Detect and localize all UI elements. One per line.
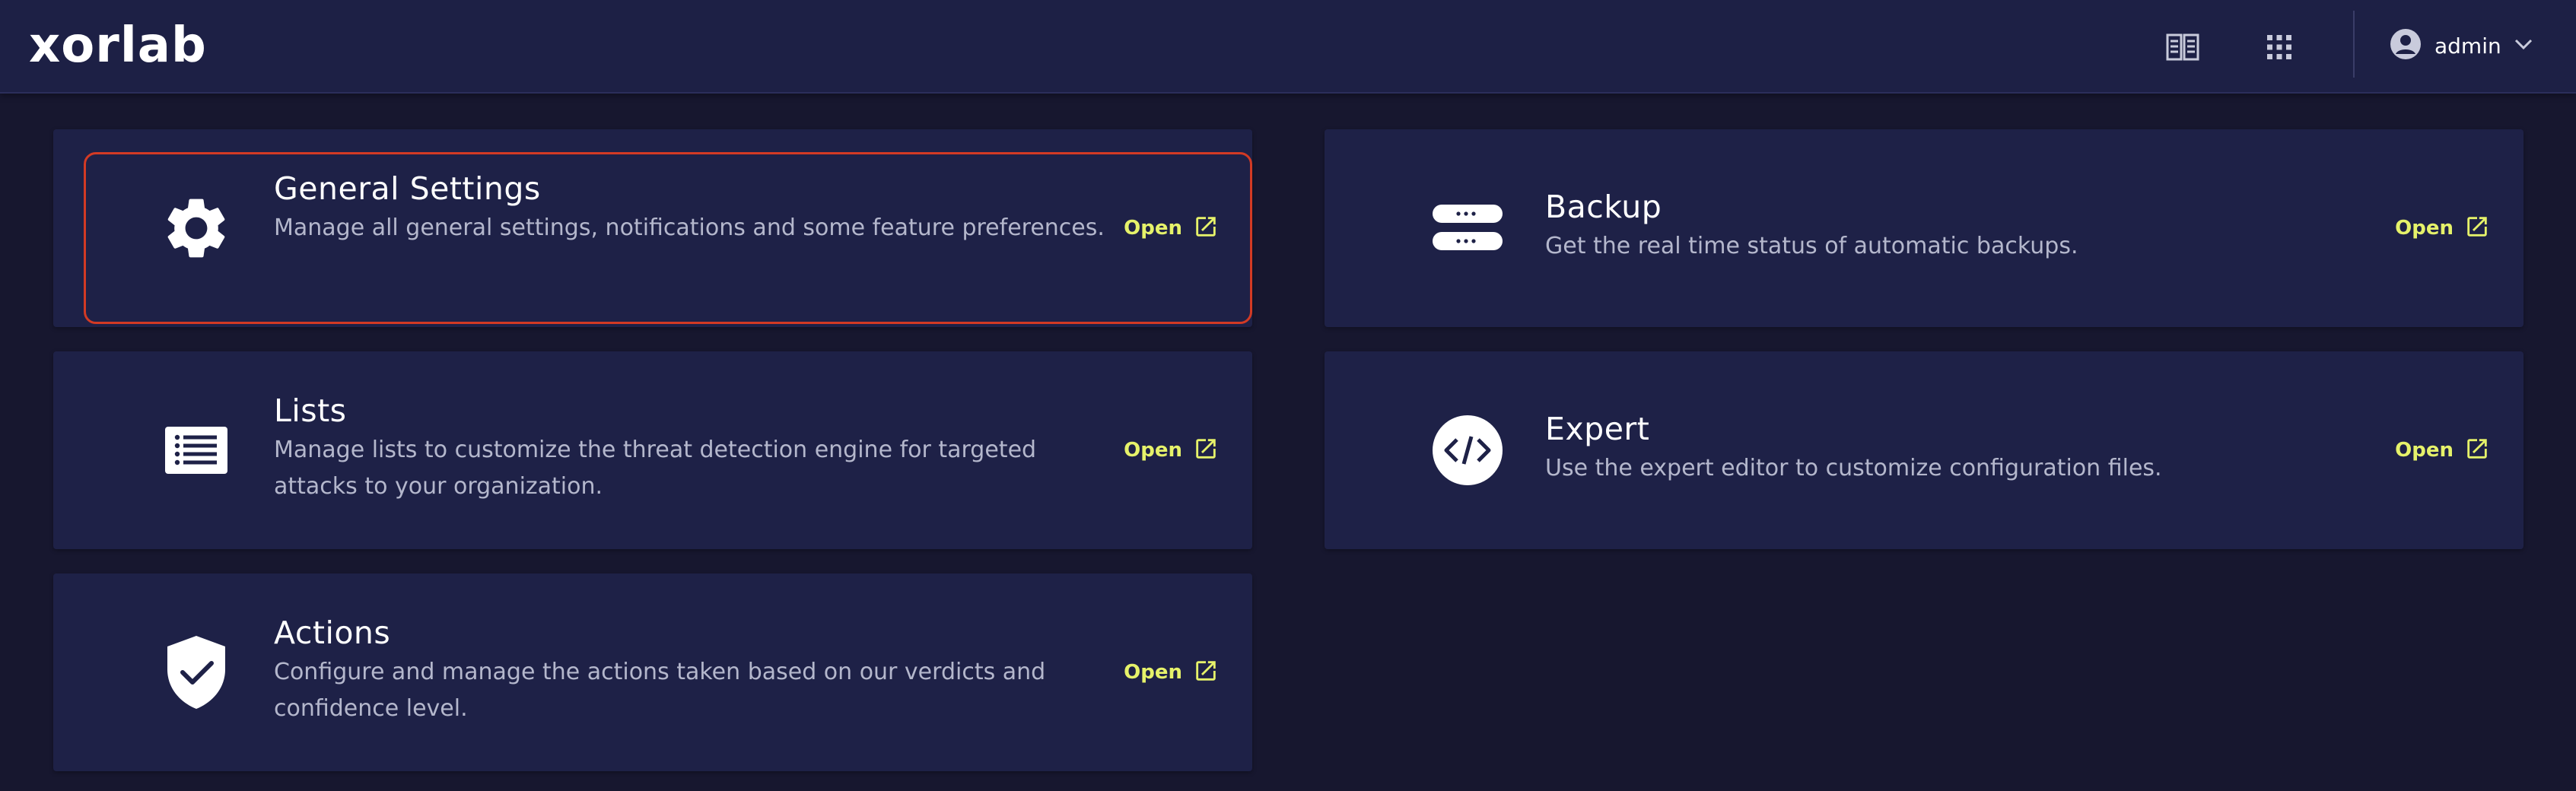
card-actions[interactable]: Actions Configure and manage the actions… xyxy=(53,573,1252,771)
book-icon[interactable] xyxy=(2161,26,2204,68)
gear-icon xyxy=(158,190,234,266)
card-expert[interactable]: Expert Use the expert editor to customiz… xyxy=(1325,351,2524,549)
open-in-new-icon xyxy=(2464,214,2490,243)
server-icon xyxy=(1430,190,1506,266)
card-general-settings[interactable]: General Settings Manage all general sett… xyxy=(53,129,1252,327)
shield-check-icon xyxy=(158,634,234,710)
open-label: Open xyxy=(2395,217,2454,240)
open-general-settings-link[interactable]: Open xyxy=(1124,211,1219,245)
card-title: General Settings xyxy=(274,170,541,207)
list-icon xyxy=(158,412,234,488)
card-content: Backup Get the real time status of autom… xyxy=(1545,187,2382,265)
open-label: Open xyxy=(1124,439,1182,462)
card-content: General Settings Manage all general sett… xyxy=(274,169,1111,246)
chevron-down-icon xyxy=(2514,37,2533,54)
card-description: Get the real time status of automatic ba… xyxy=(1545,233,2078,259)
open-label: Open xyxy=(1124,661,1182,684)
card-content: Expert Use the expert editor to customiz… xyxy=(1545,409,2382,487)
open-label: Open xyxy=(1124,217,1182,240)
open-in-new-icon xyxy=(1193,214,1219,243)
account-circle-icon xyxy=(2389,27,2422,64)
open-label: Open xyxy=(2395,439,2454,462)
open-expert-link[interactable]: Open xyxy=(2395,434,2490,467)
top-app-bar: xorlab admin xyxy=(0,0,2576,94)
card-title: Actions xyxy=(274,615,391,651)
card-title: Expert xyxy=(1545,411,1650,447)
open-lists-link[interactable]: Open xyxy=(1124,434,1219,467)
open-backup-link[interactable]: Open xyxy=(2395,211,2490,245)
card-lists[interactable]: Lists Manage lists to customize the thre… xyxy=(53,351,1252,549)
user-menu[interactable]: admin xyxy=(2389,23,2533,68)
card-description: Use the expert editor to customize confi… xyxy=(1545,455,2162,481)
card-content: Lists Manage lists to customize the thre… xyxy=(274,391,1111,505)
open-in-new-icon xyxy=(1193,658,1219,687)
card-title: Lists xyxy=(274,392,347,429)
card-backup[interactable]: Backup Get the real time status of autom… xyxy=(1325,129,2524,327)
card-description: Manage lists to customize the threat det… xyxy=(274,437,1037,500)
card-description: Configure and manage the actions taken b… xyxy=(274,659,1046,722)
open-in-new-icon xyxy=(1193,436,1219,465)
card-title: Backup xyxy=(1545,189,1662,225)
open-in-new-icon xyxy=(2464,436,2490,465)
open-actions-link[interactable]: Open xyxy=(1124,656,1219,689)
card-description: Manage all general settings, notificatio… xyxy=(274,214,1105,241)
header-divider xyxy=(2353,11,2355,78)
xorlab-logo[interactable]: xorlab xyxy=(29,18,207,73)
card-content: Actions Configure and manage the actions… xyxy=(274,613,1111,727)
apps-grid-icon[interactable] xyxy=(2258,26,2301,68)
username-label: admin xyxy=(2434,33,2501,59)
code-icon xyxy=(1430,412,1506,488)
